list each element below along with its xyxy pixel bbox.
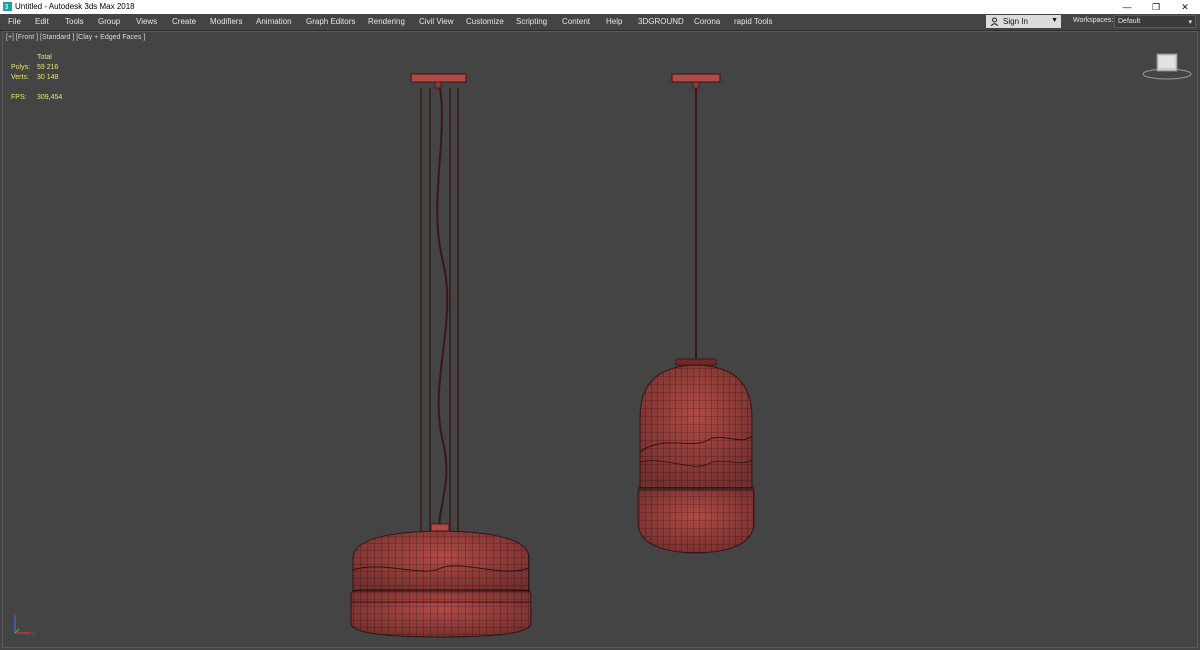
- menu-graph-editors[interactable]: Graph Editors: [306, 17, 355, 26]
- workspaces-select[interactable]: Default ▾: [1114, 15, 1196, 28]
- menu-modifiers[interactable]: Modifiers: [210, 17, 242, 26]
- chevron-down-icon: ▼: [1051, 17, 1058, 24]
- menu-views[interactable]: Views: [136, 17, 157, 26]
- title-bar: 3 Untitled - Autodesk 3ds Max 2018 — ❐ ✕: [0, 0, 1200, 14]
- menu-file[interactable]: File: [8, 17, 21, 26]
- menu-group[interactable]: Group: [98, 17, 120, 26]
- menu-content[interactable]: Content: [562, 17, 590, 26]
- 3dsmax-app-icon: 3: [3, 2, 12, 11]
- restore-button[interactable]: ❐: [1141, 0, 1171, 14]
- menu-animation[interactable]: Animation: [256, 17, 292, 26]
- chevron-down-icon: ▾: [1188, 19, 1192, 26]
- sign-in-dropdown[interactable]: Sign In ▼: [986, 15, 1061, 28]
- svg-text:x: x: [32, 632, 35, 638]
- menu-create[interactable]: Create: [172, 17, 196, 26]
- menu-tools[interactable]: Tools: [65, 17, 84, 26]
- menu-edit[interactable]: Edit: [35, 17, 49, 26]
- left-pendant-lamp[interactable]: [350, 73, 532, 638]
- menu-bar: File Edit Tools Group Views Create Modif…: [0, 14, 1200, 31]
- close-button[interactable]: ✕: [1170, 0, 1200, 14]
- axis-tripod-icon: x: [14, 615, 35, 638]
- menu-help[interactable]: Help: [606, 17, 622, 26]
- menu-civil-view[interactable]: Civil View: [419, 17, 454, 26]
- right-pendant-lamp[interactable]: [637, 73, 755, 554]
- workspaces-value: Default: [1118, 18, 1141, 25]
- menu-customize[interactable]: Customize: [466, 17, 504, 26]
- window-title: Untitled - Autodesk 3ds Max 2018: [15, 2, 135, 11]
- svg-text:3: 3: [5, 4, 9, 11]
- menu-rapid-tools[interactable]: rapid Tools: [734, 17, 773, 26]
- viewcube-icon[interactable]: [1141, 52, 1193, 82]
- user-icon: [990, 17, 999, 26]
- menu-3dground[interactable]: 3DGROUND: [638, 17, 684, 26]
- sign-in-label: Sign In: [1003, 17, 1028, 26]
- minimize-button[interactable]: —: [1112, 0, 1142, 14]
- menu-rendering[interactable]: Rendering: [368, 17, 405, 26]
- workspaces-label: Workspaces:: [1073, 17, 1114, 24]
- scene-geometry: [350, 73, 755, 638]
- front-viewport[interactable]: [+] [Front ] [Standard ] [Clay + Edged F…: [2, 31, 1198, 648]
- menu-scripting[interactable]: Scripting: [516, 17, 547, 26]
- menu-corona[interactable]: Corona: [694, 17, 720, 26]
